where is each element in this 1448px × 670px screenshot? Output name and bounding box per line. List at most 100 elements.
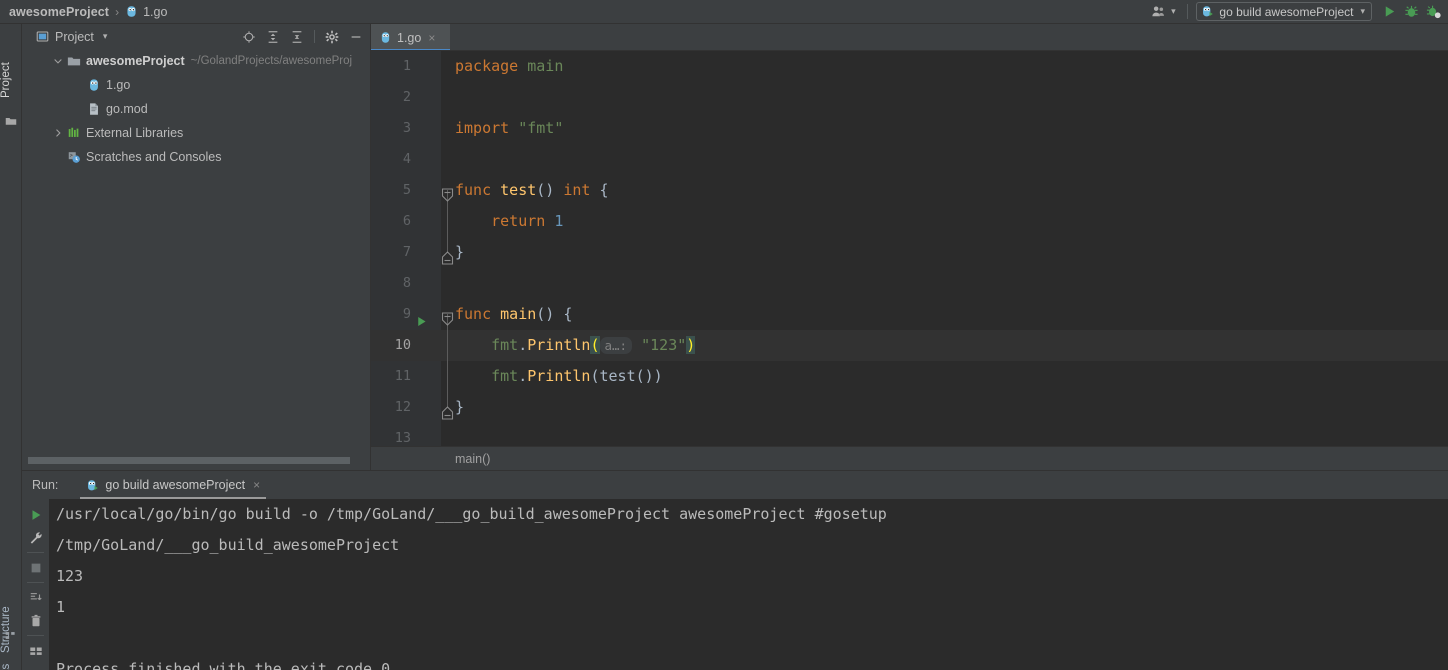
- code-text: fmt.Println(a…: "123"): [455, 330, 696, 361]
- code-line[interactable]: 4: [371, 144, 1448, 175]
- tree-row[interactable]: 1.go: [22, 73, 370, 97]
- project-tool-window: Project ▾ awesomeProject ~/GolandProject…: [22, 24, 370, 470]
- code-token: Println: [527, 367, 591, 385]
- code-editor-content[interactable]: 1 package main 2 3 import "fmt" 4 5 func test()…: [371, 51, 1448, 446]
- code-line[interactable]: 9 func main() {: [371, 299, 1448, 330]
- code-line[interactable]: 1 package main: [371, 51, 1448, 82]
- tree-row[interactable]: awesomeProject ~/GolandProjects/awesomeP…: [22, 49, 370, 73]
- run-tab[interactable]: go build awesomeProject ×: [80, 471, 267, 499]
- code-token: fmt: [491, 367, 519, 385]
- settings-gear-icon[interactable]: [323, 28, 341, 46]
- go-file-icon: [379, 31, 392, 44]
- code-token: 1: [554, 212, 564, 230]
- rerun-icon[interactable]: [25, 503, 47, 526]
- trash-icon[interactable]: [25, 609, 47, 632]
- console-output[interactable]: /usr/local/go/bin/go build -o /tmp/GoLan…: [49, 499, 1448, 670]
- breadcrumb-function[interactable]: main(): [455, 452, 490, 466]
- chevron-down-icon[interactable]: ▾: [103, 31, 108, 42]
- breadcrumb-project[interactable]: awesomeProject: [9, 5, 109, 19]
- editor-tab-1go[interactable]: 1.go ×: [371, 24, 450, 51]
- run-icon[interactable]: [1380, 3, 1398, 21]
- close-icon[interactable]: ×: [428, 31, 435, 45]
- console-line: /usr/local/go/bin/go build -o /tmp/GoLan…: [56, 505, 887, 523]
- code-token: }: [455, 398, 465, 416]
- code-token: import: [455, 119, 510, 137]
- user-avatar-icon[interactable]: [1149, 3, 1167, 21]
- code-line[interactable]: 3 import "fmt": [371, 113, 1448, 144]
- tree-item-label: External Libraries: [86, 126, 184, 140]
- top-breadcrumb-bar: awesomeProject › 1.go ▾ go build awesome…: [0, 0, 1448, 23]
- code-token: return: [491, 212, 546, 230]
- close-icon[interactable]: ×: [253, 478, 260, 492]
- chevron-expanded-icon[interactable]: [50, 56, 66, 66]
- code-text: package main: [455, 51, 563, 82]
- sidebar-item-project[interactable]: Project: [0, 52, 22, 108]
- user-avatar-dropdown-arrow[interactable]: ▾: [1167, 3, 1179, 21]
- layout-icon[interactable]: [25, 639, 47, 662]
- code-token: int: [563, 181, 591, 199]
- debug-icon[interactable]: [1402, 3, 1420, 21]
- code-line[interactable]: 12}: [371, 392, 1448, 423]
- code-line[interactable]: 2: [371, 82, 1448, 113]
- locate-icon[interactable]: [240, 28, 258, 46]
- tree-row[interactable]: go.mod: [22, 97, 370, 121]
- tree-row[interactable]: > Scratches and Consoles: [22, 145, 370, 169]
- collapse-all-icon[interactable]: [288, 28, 306, 46]
- run-configuration-name: go build awesomeProject: [1219, 4, 1354, 19]
- editor-breadcrumb-bar: main(): [371, 446, 1448, 471]
- code-token: package: [455, 57, 519, 75]
- left-tool-strip: Project Structure marks: [0, 24, 22, 670]
- code-token: ): [686, 336, 696, 354]
- code-line[interactable]: 11 fmt.Println(test()): [371, 361, 1448, 392]
- go-mod-file-icon: [86, 102, 102, 116]
- tree-row[interactable]: External Libraries: [22, 121, 370, 145]
- line-number: 11: [394, 368, 411, 384]
- code-token: (: [590, 367, 600, 385]
- code-text: func main() {: [455, 299, 572, 330]
- stop-icon[interactable]: [25, 556, 47, 579]
- toolbar-divider: [314, 30, 315, 43]
- toolbar-divider: [1187, 4, 1189, 19]
- breadcrumb-file[interactable]: 1.go: [143, 5, 167, 19]
- project-panel-horizontal-scrollbar[interactable]: [28, 456, 370, 465]
- line-number: 5: [402, 182, 411, 198]
- code-token: fmt: [491, 336, 519, 354]
- svg-text:>: >: [70, 153, 73, 159]
- scratches-icon: >: [66, 150, 82, 164]
- scrollbar-thumb[interactable]: [28, 457, 350, 464]
- console-line: 1: [56, 598, 66, 616]
- code-line[interactable]: 10 fmt.Println(a…: "123"): [371, 330, 1448, 361]
- run-configuration-selector[interactable]: go build awesomeProject ▾: [1196, 2, 1372, 21]
- chevron-collapsed-icon[interactable]: [50, 128, 66, 138]
- fold-guide-line: [447, 206, 448, 237]
- code-line[interactable]: 5 func test() int {: [371, 175, 1448, 206]
- code-line[interactable]: 8: [371, 268, 1448, 299]
- code-line[interactable]: 6 return 1: [371, 206, 1448, 237]
- code-token: func: [455, 305, 492, 323]
- run-tab-label: go build awesomeProject: [105, 478, 246, 492]
- code-text: }: [455, 392, 464, 423]
- expand-all-icon[interactable]: [264, 28, 282, 46]
- run-coverage-icon[interactable]: [1424, 3, 1442, 21]
- code-token: (): [536, 181, 564, 199]
- settings-wrench-icon[interactable]: [25, 526, 47, 549]
- code-text: }: [455, 237, 464, 268]
- sidebar-item-project-label: Project: [0, 62, 12, 98]
- line-number: 4: [402, 151, 411, 167]
- project-panel-title: Project: [55, 29, 94, 44]
- code-token: main: [527, 57, 564, 75]
- code-line[interactable]: 13: [371, 423, 1448, 446]
- sidebar-item-bookmarks[interactable]: marks: [0, 654, 22, 670]
- code-token: {: [590, 181, 609, 199]
- hide-icon[interactable]: [347, 28, 365, 46]
- code-text: func test() int {: [455, 175, 609, 206]
- scroll-to-end-icon[interactable]: [25, 586, 47, 609]
- code-line[interactable]: 7}: [371, 237, 1448, 268]
- editor-tab-bar: 1.go ×: [371, 24, 1448, 51]
- code-token: main: [500, 305, 537, 323]
